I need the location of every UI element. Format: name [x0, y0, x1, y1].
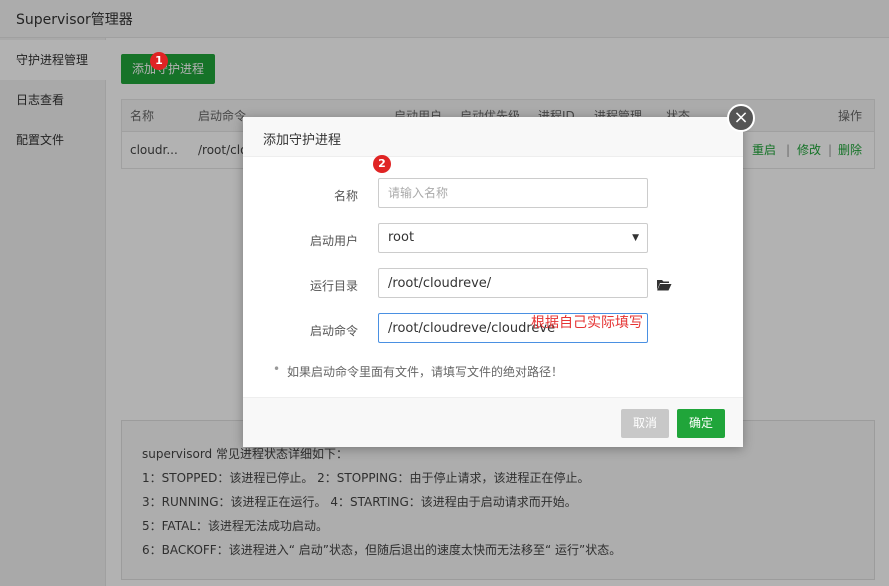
user-label: 启动用户: [309, 234, 358, 248]
folder-open-icon[interactable]: [656, 277, 672, 293]
command-label: 启动命令: [309, 324, 358, 338]
dir-label: 运行目录: [309, 279, 358, 293]
step-badge-1: 1: [150, 52, 168, 70]
confirm-button[interactable]: 确定: [677, 409, 725, 438]
user-select[interactable]: root ▼: [378, 223, 648, 253]
tip-text: 如果启动命令里面有文件，请填写文件的绝对路径！: [273, 362, 563, 380]
cancel-button[interactable]: 取消: [621, 409, 669, 438]
caret-down-icon: ▼: [632, 233, 639, 243]
dialog-title: 添加守护进程: [263, 133, 342, 148]
close-icon[interactable]: ×: [727, 104, 755, 132]
add-process-dialog: 添加守护进程 2 名称 启动用户 root ▼ 运行目录 启动命令 根据自己实际…: [243, 117, 743, 447]
name-label: 名称: [333, 189, 358, 203]
dialog-footer: 取消 确定: [243, 397, 743, 447]
dialog-header: 添加守护进程: [243, 117, 743, 157]
user-select-value: root: [388, 230, 415, 245]
name-input[interactable]: [378, 178, 648, 208]
step-badge-2: 2: [373, 155, 391, 173]
dir-input[interactable]: [378, 268, 648, 298]
annotation-text: 根据自己实际填写: [531, 315, 643, 331]
